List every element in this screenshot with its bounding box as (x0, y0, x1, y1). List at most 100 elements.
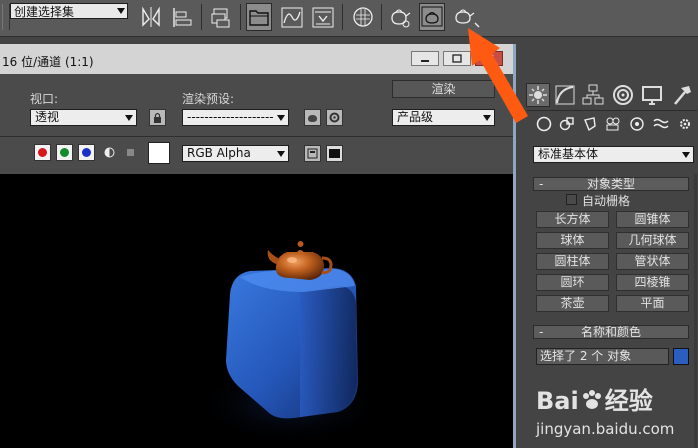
tab-hierarchy[interactable] (581, 83, 605, 107)
environment-effects-button[interactable] (326, 109, 343, 126)
scene-explorer-button[interactable] (246, 3, 272, 31)
toolbar-divider (0, 136, 513, 137)
category-lights-button[interactable] (582, 116, 598, 132)
autogrid-checkbox[interactable] (566, 194, 577, 205)
toolbar-separator (240, 4, 241, 30)
toggle-ui-overlay-button[interactable] (304, 145, 321, 162)
chevron-down-icon (117, 8, 125, 14)
lock-icon (154, 112, 161, 123)
render-setup-small-button[interactable] (304, 109, 321, 126)
toolbar-grip (2, 4, 10, 30)
render-preset-label: 渲染预设: (182, 92, 235, 106)
name-color-title: 名称和颜色 (580, 325, 641, 339)
mirror-icon (142, 6, 160, 27)
lock-viewport-button[interactable] (149, 109, 166, 126)
helper-icon (630, 117, 644, 131)
rendered-scene (195, 241, 385, 444)
category-helpers-button[interactable] (629, 116, 645, 132)
named-selection-set-dropdown[interactable]: 创建选择集 (10, 3, 128, 19)
rendered-frame-window: 16 位/通道 (1:1) 视口: 透视 渲染预设: -------------… (0, 44, 516, 448)
name-color-rollout-header[interactable]: - 名称和颜色 (533, 325, 689, 339)
mirror-button[interactable] (138, 3, 164, 31)
layer-manager-icon (211, 8, 230, 28)
pyramid-button[interactable]: 四棱锥 (616, 274, 689, 291)
curve-editor-button[interactable] (279, 3, 305, 31)
tab-utilities[interactable] (670, 83, 694, 107)
teapot-button[interactable]: 茶壶 (536, 295, 609, 312)
alpha-icon (104, 147, 115, 158)
red-channel-toggle[interactable] (34, 144, 51, 161)
baidu-logo: Bai 经验 (536, 381, 653, 416)
panel-divider (527, 110, 697, 111)
curve-editor-icon (281, 7, 303, 28)
sphere-button[interactable]: 球体 (536, 232, 609, 249)
chevron-down-icon (277, 115, 285, 121)
render-preset-dropdown[interactable]: -------------------- (182, 109, 289, 126)
alpha-channel-toggle[interactable] (101, 144, 118, 161)
camera-icon (606, 117, 620, 131)
object-name-field[interactable]: 选择了 2 个 对象 (536, 348, 669, 365)
box-button[interactable]: 长方体 (536, 211, 609, 228)
display-monitor-icon (642, 86, 662, 105)
orange-arrow-annotation (468, 28, 528, 123)
tube-button[interactable]: 管状体 (616, 253, 689, 270)
tab-motion[interactable] (611, 83, 635, 107)
green-channel-icon (60, 148, 69, 157)
window-title: 16 位/通道 (1:1) (2, 55, 94, 69)
tab-display[interactable] (640, 83, 664, 107)
rendered-frame-window-button[interactable] (419, 3, 445, 31)
paw-icon (582, 390, 601, 409)
chevron-down-icon (682, 152, 690, 158)
cylinder-button[interactable]: 圆柱体 (536, 253, 609, 270)
category-spacewarps-button[interactable] (653, 116, 669, 132)
align-button[interactable] (170, 3, 196, 31)
window-title-bar[interactable]: 16 位/通道 (1:1) (0, 44, 513, 74)
torus-button[interactable]: 圆环 (536, 274, 609, 291)
material-editor-button[interactable] (350, 3, 376, 31)
toolbar-separator (201, 4, 202, 30)
spacewarp-icon (653, 118, 669, 129)
geosphere-button[interactable]: 几何球体 (616, 232, 689, 249)
blue-channel-toggle[interactable] (78, 144, 95, 161)
align-icon (173, 8, 192, 27)
display-channel-dropdown[interactable]: RGB Alpha (182, 145, 289, 162)
category-shapes-button[interactable] (559, 116, 575, 132)
plane-button[interactable]: 平面 (616, 295, 689, 312)
object-color-swatch[interactable] (673, 348, 689, 365)
clear-color-swatch[interactable] (148, 142, 170, 164)
category-systems-button[interactable] (677, 116, 693, 132)
green-channel-toggle[interactable] (56, 144, 73, 161)
minimize-icon (421, 60, 429, 62)
watermark: Bai 经验 jingyan.baidu.com (534, 376, 698, 448)
render-quality-value: 产品级 (397, 110, 434, 124)
monochrome-toggle[interactable] (122, 144, 139, 161)
cone-button[interactable]: 圆锥体 (616, 211, 689, 228)
chevron-down-icon (125, 115, 133, 121)
layer-manager-button[interactable] (208, 3, 234, 31)
scene-explorer-icon (249, 10, 269, 26)
render-setup-icon (391, 9, 411, 28)
object-category-value: 标准基本体 (538, 147, 599, 161)
panel-icon (329, 149, 340, 158)
watermark-url: jingyan.baidu.com (536, 420, 675, 438)
minimize-button[interactable] (411, 51, 439, 66)
window-layout-icon (307, 148, 318, 159)
render-viewport[interactable] (0, 174, 513, 448)
object-name-value: 选择了 2 个 对象 (540, 349, 632, 363)
viewport-value: 透视 (35, 110, 60, 124)
schematic-view-icon (312, 7, 334, 28)
material-editor-icon (353, 7, 373, 27)
category-cameras-button[interactable] (605, 116, 621, 132)
tab-modify[interactable] (553, 83, 577, 107)
systems-gear-icon (680, 119, 690, 129)
toggle-ui-button[interactable] (326, 145, 343, 162)
autogrid-label: 自动栅格 (582, 194, 631, 208)
object-type-title: 对象类型 (586, 177, 635, 191)
rendered-frame-window-icon (421, 6, 443, 27)
schematic-view-button[interactable] (310, 3, 336, 31)
object-type-rollout-header[interactable]: - 对象类型 (533, 177, 689, 191)
shapes-icon (559, 117, 574, 131)
render-setup-button[interactable] (387, 3, 413, 31)
object-category-dropdown[interactable]: 标准基本体 (533, 146, 694, 163)
viewport-dropdown[interactable]: 透视 (30, 109, 137, 126)
